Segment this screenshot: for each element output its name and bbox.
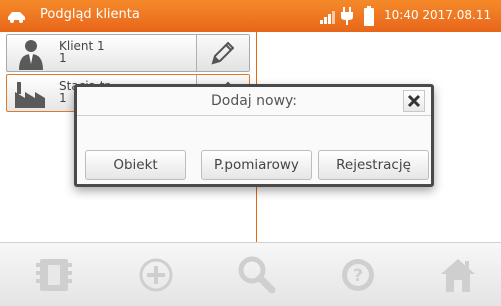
page-title: Podgląd klienta [40,7,140,22]
dialog-title: Dodaj nowy: [210,93,298,109]
car-icon [6,8,28,28]
help-icon[interactable]: ? [338,255,378,295]
dialog-separator [77,115,431,116]
measurement-point-button[interactable]: P.pomiarowy [201,150,312,180]
list-item[interactable]: Klient 1 1 [6,34,250,72]
clock: 10:40 2017.08.11 [384,8,492,22]
person-icon [13,38,49,70]
close-button[interactable] [403,90,425,112]
registration-button[interactable]: Rejestrację [318,150,429,180]
plug-icon [341,7,353,29]
edit-button[interactable] [196,35,249,71]
memory-icon[interactable] [34,255,74,295]
svg-text:?: ? [353,266,363,286]
add-new-dialog: Dodaj nowy: Obiekt P.pomiarowy Rejestrac… [74,84,434,187]
pencil-icon [211,41,235,65]
home-icon[interactable] [438,255,478,295]
factory-icon [13,78,49,110]
signal-icon [320,9,336,28]
title-bar: Podgląd klienta 10:40 2017.08.11 [0,0,501,32]
search-icon[interactable] [236,255,276,295]
add-icon[interactable] [136,255,176,295]
bottom-toolbar: ? [0,242,501,306]
battery-icon [364,6,374,30]
object-button[interactable]: Obiekt [85,150,186,180]
object-number: 1 [59,91,67,105]
client-number: 1 [59,51,67,65]
close-icon [407,94,421,108]
